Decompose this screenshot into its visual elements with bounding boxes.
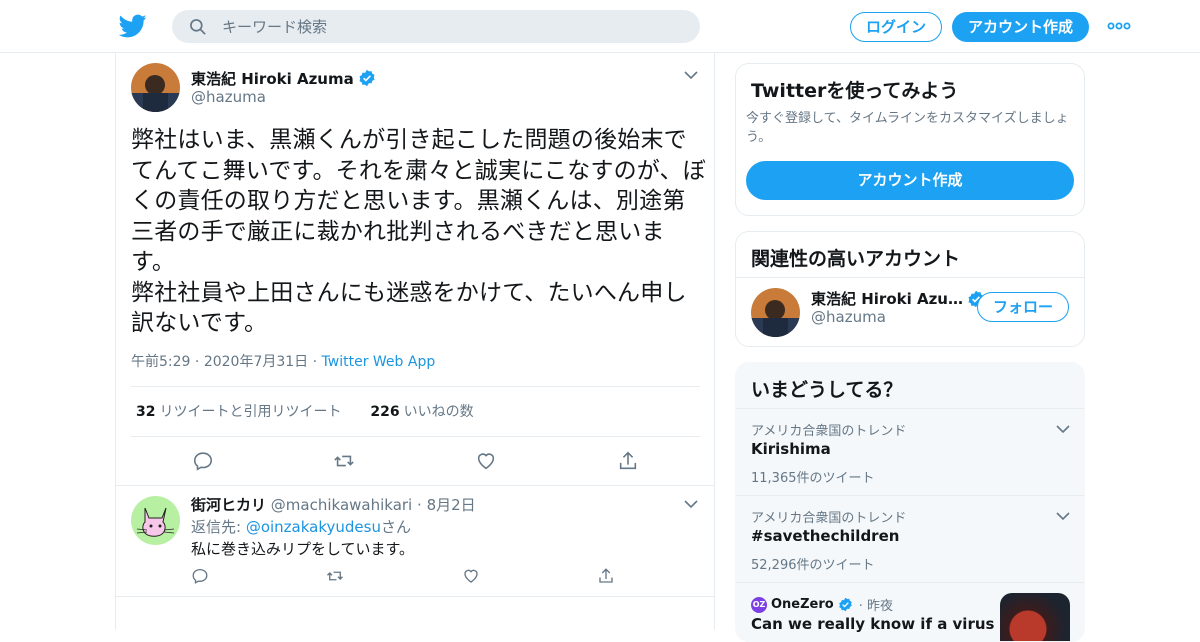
trend-tweet-count: 52,296件のツイート: [751, 558, 875, 573]
search-icon: [190, 19, 206, 35]
related-accounts-card: 関連性の高いアカウント 東浩紀 Hiroki Azu… @hazuma フォロー: [735, 231, 1085, 347]
author-avatar[interactable]: [131, 63, 180, 112]
top-navigation-bar: ログイン アカウント作成: [0, 0, 1200, 53]
chevron-down-icon[interactable]: [684, 70, 698, 80]
divider: [131, 436, 700, 437]
reply-date[interactable]: 8月2日: [427, 496, 476, 514]
like-heart-icon[interactable]: [462, 567, 480, 585]
verified-badge-icon: [838, 597, 852, 612]
retweet-stat[interactable]: 32 リツイートと引用リツイート: [136, 404, 341, 420]
trends-card: いまどうしてる？ アメリカ合衆国のトレンド Kirishima 11,365件の…: [735, 362, 1085, 642]
related-accounts-title: 関連性の高いアカウント: [751, 248, 961, 270]
tweet-source-app[interactable]: Twitter Web App: [322, 354, 436, 370]
create-account-button[interactable]: アカウント作成: [746, 161, 1074, 200]
login-button[interactable]: ログイン: [850, 12, 942, 42]
share-icon[interactable]: [617, 450, 639, 472]
main-timeline-column: 東浩紀 Hiroki Azuma @hazuma 弊社はいま、黒瀬くんが引き起こ…: [115, 53, 715, 630]
retweet-icon[interactable]: [333, 450, 355, 472]
author-photo: [131, 63, 180, 112]
reply-to-prefix: 返信先:: [191, 518, 246, 536]
like-label: いいねの数: [403, 404, 474, 420]
news-thumbnail-image[interactable]: [1000, 593, 1070, 641]
trend-topic[interactable]: #savethechildren: [751, 527, 899, 545]
news-headline[interactable]: Can we really know if a virus was: [751, 615, 1033, 633]
related-account-name-row[interactable]: 東浩紀 Hiroki Azu…: [811, 288, 985, 309]
like-stat[interactable]: 226 いいねの数: [370, 404, 473, 420]
tweet-date[interactable]: 2020年7月31日: [204, 354, 308, 370]
more-options-icon[interactable]: [1107, 18, 1131, 34]
signup-card-description: 今すぐ登録して、タイムラインをカスタマイズしましょう。: [746, 111, 1069, 145]
meta-separator: ·: [312, 354, 322, 370]
follow-button[interactable]: フォロー: [977, 292, 1069, 322]
reply-author-handle[interactable]: @machikawahikari: [271, 496, 412, 514]
tweet-metadata: 午前5:29 · 2020年7月31日 · Twitter Web App: [131, 351, 435, 371]
trend-location: アメリカ合衆国のトレンド: [751, 424, 907, 439]
tweet-time[interactable]: 午前5:29: [131, 354, 190, 370]
author-handle[interactable]: @hazuma: [191, 88, 266, 106]
reply-to-suffix: さん: [380, 518, 411, 536]
news-time: · 昨夜: [858, 599, 893, 614]
reply-to-handle[interactable]: @oinzakakyudesu: [246, 518, 381, 536]
tweet-text: 弊社はいま、黒瀬くんが引き起こした問題の後始末でてんてこ舞いです。それを粛々と誠…: [131, 127, 706, 336]
news-time-value: 昨夜: [866, 599, 893, 614]
retweet-count: 32: [136, 404, 156, 420]
like-heart-icon[interactable]: [475, 450, 497, 472]
divider: [116, 485, 714, 486]
cat-illustration: [136, 507, 175, 537]
trend-topic[interactable]: Kirishima: [751, 440, 831, 458]
news-source-logo: OZ: [751, 596, 767, 613]
retweet-icon[interactable]: [326, 567, 344, 585]
chevron-down-icon[interactable]: [1056, 511, 1070, 521]
divider: [116, 596, 714, 597]
share-icon[interactable]: [597, 567, 615, 585]
chevron-down-icon[interactable]: [1056, 424, 1070, 434]
news-item[interactable]: OZ OneZero · 昨夜 Can we really know if a …: [736, 582, 1084, 641]
trend-item[interactable]: アメリカ合衆国のトレンド #savethechildren 52,296件のツイ…: [736, 495, 1084, 582]
reply-icon[interactable]: [192, 450, 214, 472]
related-account-photo: [751, 288, 800, 337]
reply-to-line: 返信先: @oinzakakyudesuさん: [191, 516, 411, 537]
trend-item[interactable]: アメリカ合衆国のトレンド Kirishima 11,365件のツイート: [736, 408, 1084, 495]
related-account-avatar[interactable]: [751, 288, 800, 337]
trends-title: いまどうしてる？: [751, 379, 903, 401]
reply-header: 街河ヒカリ @machikawahikari · 8月2日: [191, 494, 476, 515]
related-account-name[interactable]: 東浩紀 Hiroki Azu…: [811, 288, 963, 309]
meta-separator: ·: [194, 354, 204, 370]
related-account-handle[interactable]: @hazuma: [811, 308, 886, 326]
search-input[interactable]: [222, 10, 682, 43]
verified-badge-icon: [359, 69, 375, 87]
retweet-label: リツイートと引用リツイート: [159, 404, 342, 420]
trend-location: アメリカ合衆国のトレンド: [751, 511, 907, 526]
meta-separator: ·: [417, 496, 427, 514]
news-source-name[interactable]: OneZero: [771, 597, 834, 612]
reply-icon[interactable]: [191, 567, 209, 585]
divider: [736, 277, 1084, 278]
trend-tweet-count: 11,365件のツイート: [751, 471, 875, 486]
reply-author-name[interactable]: 街河ヒカリ: [191, 496, 266, 514]
chevron-down-icon[interactable]: [684, 499, 698, 509]
tweet-stats: 32 リツイートと引用リツイート 226 いいねの数: [136, 401, 474, 421]
author-name-row[interactable]: 東浩紀 Hiroki Azuma: [191, 67, 376, 89]
search-box[interactable]: [172, 10, 700, 43]
divider: [131, 386, 700, 387]
signup-card-title: Twitterを使ってみよう: [751, 80, 959, 102]
signup-card: Twitterを使ってみよう 今すぐ登録して、タイムラインをカスタマイズしましょ…: [735, 63, 1085, 216]
news-source-row: OZ OneZero · 昨夜: [751, 595, 893, 614]
reply-text: 私に巻き込みリプをしています。: [191, 540, 415, 558]
reply-author-avatar[interactable]: [131, 496, 180, 545]
signup-button[interactable]: アカウント作成: [952, 12, 1089, 42]
like-count: 226: [370, 404, 400, 420]
twitter-bird-icon[interactable]: [118, 12, 148, 40]
author-name[interactable]: 東浩紀 Hiroki Azuma: [191, 68, 354, 89]
